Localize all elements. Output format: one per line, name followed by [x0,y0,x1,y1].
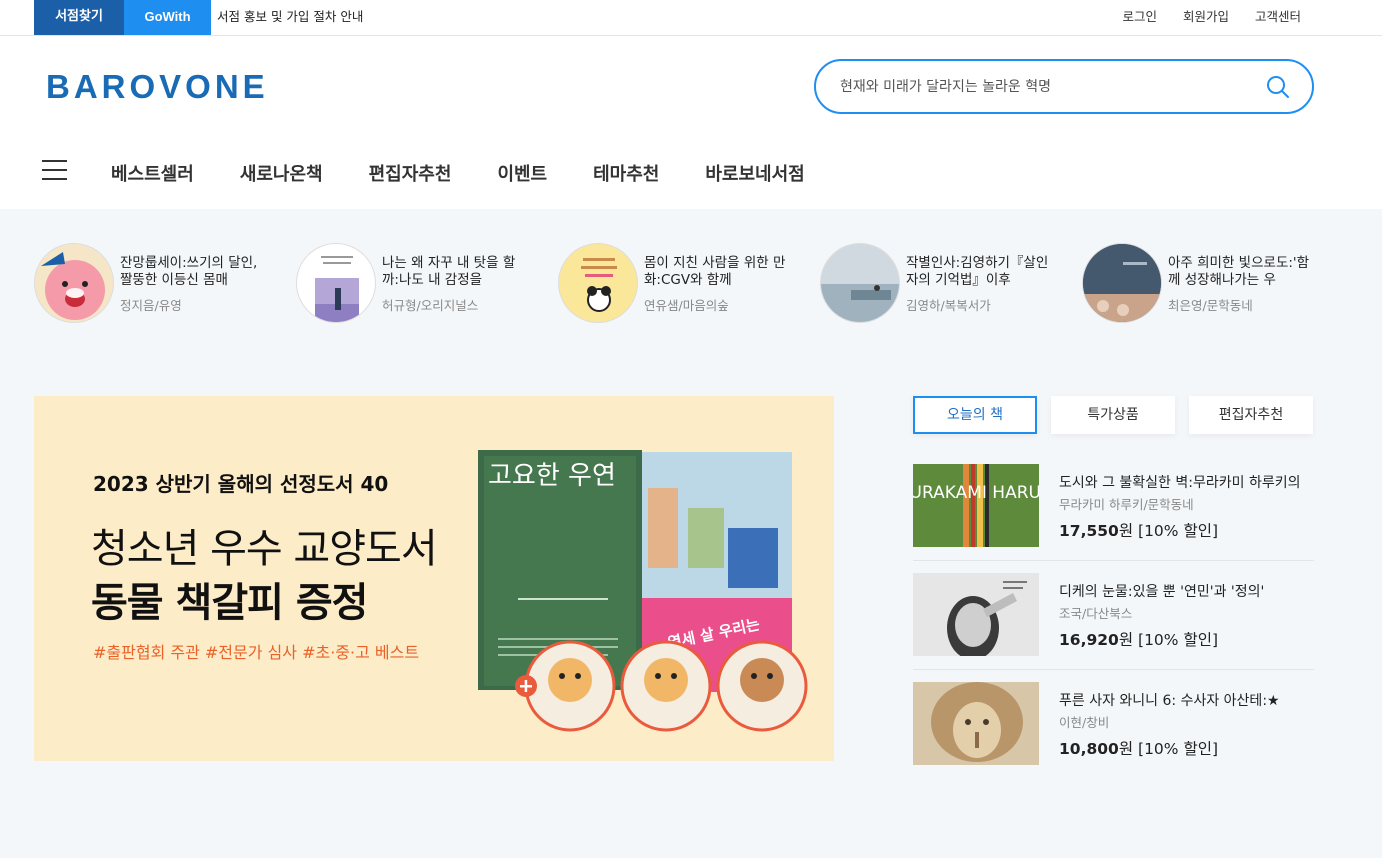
svg-text:BAROVONE: BAROVONE [46,70,269,102]
nav-barovone-store[interactable]: 바로보네서점 [705,160,804,186]
login-link[interactable]: 로그인 [1122,0,1157,33]
tab-todays-book[interactable]: 오늘의 책 [913,396,1037,434]
book-title[interactable]: 도시와 그 불확실한 벽:무라카미 하루키의 [1059,472,1314,492]
story-title: 몸이 지친 사람을 위한 만화:CGV와 함께 [644,255,786,288]
banner-book1-title: 고요한 우연 [488,461,616,491]
story-item[interactable]: 작별인사:김영하기『살인자의 기억법』이후 김영하/복복서가 [820,243,1060,323]
book-cover [913,573,1039,656]
story-item[interactable]: 몸이 지친 사람을 위한 만화:CGV와 함께 연유샘/마음의숲 [558,243,798,323]
story-item[interactable]: 나는 왜 자꾸 내 탓을 할까:나도 내 감정을 허규형/오리지널스 [296,243,536,323]
story-title: 작별인사:김영하기『살인자의 기억법』이후 [906,255,1049,288]
book-title[interactable]: 디케의 눈물:있을 뿐 '연민'과 '정의' [1059,581,1314,601]
book-tabs: 오늘의 책 특가상품 편집자추천 [913,396,1313,434]
tab-editor-picks[interactable]: 편집자추천 [1189,396,1313,434]
divider [913,669,1314,670]
book-cover [913,682,1039,765]
story-author: 최은영/문학동네 [1168,298,1253,313]
story-title: 잔망룹세이:쓰기의 달인, 짤뚱한 이등신 몸매 [120,255,258,288]
banner-tags: #출판협회 주관 #전문가 심사 #초·중·고 베스트 [93,643,420,662]
banner-headline-bold: 동물 책갈피 증정 [91,580,368,626]
menu-icon[interactable] [42,160,67,182]
story-title: 나는 왜 자꾸 내 탓을 할까:나도 내 감정을 [382,255,516,288]
book-price: 17,550원 [10% 할인] [1059,522,1219,540]
store-finder-button[interactable]: 서점찾기 [34,0,124,35]
book-author-publisher: 이현/창비 [1059,715,1110,730]
nav-new-books[interactable]: 새로나온책 [240,160,323,186]
story-author: 김영하/복복서가 [906,298,991,313]
nav-editor-picks[interactable]: 편집자추천 [369,160,452,186]
user-links: 로그인 회원가입 고객센터 [1122,0,1301,33]
story-author: 연유샘/마음의숲 [644,298,729,313]
search-input[interactable] [840,73,1240,101]
tab-special-deals[interactable]: 특가상품 [1051,396,1175,434]
book-price: 10,800원 [10% 할인] [1059,740,1219,758]
nav-bestseller[interactable]: 베스트셀러 [111,160,194,186]
book-author-publisher: 무라카미 하루키/문학동네 [1059,497,1194,512]
banner-books-illustration: 열세 살 우리는 고요한 우연 [478,450,808,732]
book-cover-text: MURAKAMI HARUKI [913,483,1039,503]
book-list-item[interactable]: 푸른 사자 와니니 6: 수사자 아산테:★ 이현/창비 10,800원 [10… [913,682,1314,791]
nav-events[interactable]: 이벤트 [497,160,547,186]
divider [913,560,1314,561]
story-author: 정지음/유영 [120,298,182,313]
gowith-button[interactable]: GoWith [124,0,211,35]
nav-theme-picks[interactable]: 테마추천 [593,160,659,186]
top-utility-bar: 서점찾기 GoWith 서점 홍보 및 가입 절차 안내 로그인 회원가입 고객… [0,0,1382,36]
story-thumbnail [1082,243,1162,323]
banner-subtitle: 2023 상반기 올해의 선정도서 40 [93,472,389,496]
story-item[interactable]: 잔망룹세이:쓰기의 달인, 짤뚱한 이등신 몸매 정지음/유영 [34,243,274,323]
store-signup-notice-link[interactable]: 서점 홍보 및 가입 절차 안내 [217,0,363,33]
search-box [814,59,1314,114]
story-thumbnail [296,243,376,323]
customer-center-link[interactable]: 고객센터 [1255,0,1301,33]
promo-banner[interactable]: 2023 상반기 올해의 선정도서 40 청소년 우수 교양도서 동물 책갈피 … [34,396,834,761]
book-price: 16,920원 [10% 할인] [1059,631,1219,649]
barovone-logo[interactable]: BAROVONE [46,70,270,102]
book-list-item[interactable]: MURAKAMI HARUKI 도시와 그 불확실한 벽:무라카미 하루키의 무… [913,464,1314,573]
story-thumbnail [558,243,638,323]
book-title[interactable]: 푸른 사자 와니니 6: 수사자 아산테:★ [1059,690,1314,710]
story-thumbnail [34,243,114,323]
story-item[interactable]: 아주 희미한 빛으로도:'함께 성장해나가는 우 최은영/문학동네 [1082,243,1322,323]
book-list-item[interactable]: 디케의 눈물:있을 뿐 '연민'과 '정의' 조국/다산북스 16,920원 [… [913,573,1314,682]
main-nav: 베스트셀러 새로나온책 편집자추천 이벤트 테마추천 바로보네서점 [111,160,805,186]
book-cover: MURAKAMI HARUKI [913,464,1039,547]
book-author-publisher: 조국/다산북스 [1059,606,1133,621]
story-thumbnail [820,243,900,323]
story-author: 허규형/오리지널스 [382,298,479,313]
banner-headline: 청소년 우수 교양도서 [91,526,438,572]
search-icon[interactable] [1266,75,1290,99]
story-title: 아주 희미한 빛으로도:'함께 성장해나가는 우 [1168,255,1310,288]
signup-link[interactable]: 회원가입 [1183,0,1229,33]
